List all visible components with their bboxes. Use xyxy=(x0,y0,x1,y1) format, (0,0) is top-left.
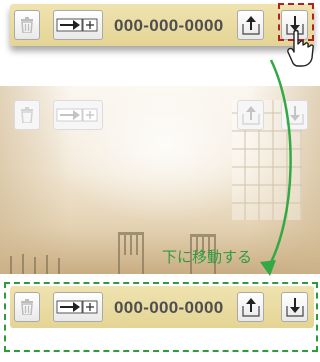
annotation-layer xyxy=(260,29,314,276)
arrow-head-icon xyxy=(260,260,276,276)
move-down-arrow xyxy=(266,59,292,269)
hand-cursor-icon xyxy=(287,29,314,67)
